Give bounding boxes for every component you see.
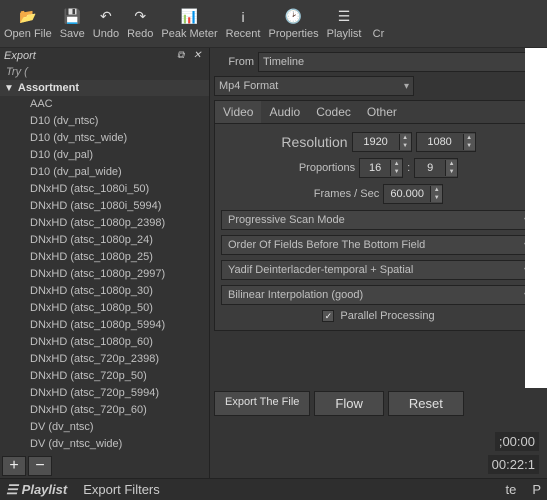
remove-preset-button[interactable]: − [28, 456, 52, 476]
bottom-p: P [532, 482, 541, 497]
peak-meter-button[interactable]: 📊 Peak Meter [161, 8, 217, 40]
tree-item[interactable]: DNxHD (atsc_1080p_60) [0, 334, 209, 351]
redo-button[interactable]: ↷ Redo [127, 8, 153, 40]
save-icon: 💾 [63, 8, 81, 26]
resolution-label: Resolution [281, 134, 347, 150]
resolution-height-input[interactable]: ▲▼ [416, 132, 476, 152]
scanmode-dropdown[interactable]: Progressive Scan Mode [221, 210, 536, 230]
proportions-label: Proportions [299, 162, 355, 174]
tree-group-assortment[interactable]: ▼ Assortment [0, 80, 209, 96]
meter-icon: 📊 [181, 8, 199, 26]
export-panel: Export ⧉ ✕ Try ( ▼ Assortment AACD10 (dv… [0, 48, 210, 478]
export-file-button[interactable]: Export The File [214, 391, 310, 416]
bottom-te: te [505, 482, 516, 497]
recent-button[interactable]: i Recent [226, 8, 261, 40]
parallel-checkbox[interactable]: ✓ [322, 310, 334, 322]
aspect-b-input[interactable]: ▲▼ [414, 158, 458, 178]
deinterlace-dropdown[interactable]: Yadif Deinterlacder-temporal + Spatial [221, 260, 536, 280]
tree-item[interactable]: DNxHD (atsc_1080p_50) [0, 300, 209, 317]
tree-item[interactable]: D10 (dv_pal_wide) [0, 164, 209, 181]
tree-item[interactable]: DNxHD (atsc_720p_2398) [0, 351, 209, 368]
tree-item[interactable]: DNxHD (atsc_1080p_5994) [0, 317, 209, 334]
tree-item[interactable]: DV (dv_ntsc_wide) [0, 436, 209, 453]
format-dropdown[interactable]: Mp4 Format [214, 76, 414, 96]
chevron-down-icon: ▼ [4, 83, 14, 94]
fieldorder-dropdown[interactable]: Order Of Fields Before The Bottom Field [221, 235, 536, 255]
tree-item[interactable]: DNxHD (atsc_1080i_5994) [0, 198, 209, 215]
tree-item[interactable]: DNxHD (atsc_1080p_2398) [0, 215, 209, 232]
tree-item[interactable]: DNxHD (atsc_1080p_24) [0, 232, 209, 249]
undock-icon[interactable]: ⧉ [177, 50, 189, 62]
try-label: Try ( [0, 64, 209, 80]
settings-panel: From Timeline Mp4 Format Video Audio Cod… [210, 48, 547, 478]
tab-audio[interactable]: Audio [261, 101, 308, 123]
reset-button[interactable]: Reset [388, 391, 464, 416]
tree-item[interactable]: D10 (dv_ntsc) [0, 113, 209, 130]
clock-icon: 🕑 [285, 8, 303, 26]
preview-area [525, 48, 547, 388]
tree-item[interactable]: DNxHD (atsc_1080p_30) [0, 283, 209, 300]
redo-icon: ↷ [131, 8, 149, 26]
playlist-tab[interactable]: ☰ Playlist [6, 482, 67, 498]
tab-codec[interactable]: Codec [308, 101, 359, 123]
tab-other[interactable]: Other [359, 101, 405, 123]
folder-icon: 📂 [19, 8, 37, 26]
resolution-width-input[interactable]: ▲▼ [352, 132, 412, 152]
playlist-button[interactable]: ☰ Playlist [327, 8, 362, 40]
from-label: From [214, 56, 254, 68]
add-preset-button[interactable]: + [2, 456, 26, 476]
preset-tree[interactable]: ▼ Assortment AACD10 (dv_ntsc)D10 (dv_nts… [0, 80, 209, 454]
main-toolbar: 📂 Open File 💾 Save ↶ Undo ↷ Redo 📊 Peak … [0, 0, 547, 48]
tree-item[interactable]: DNxHD (atsc_1080i_50) [0, 181, 209, 198]
flow-button[interactable]: Flow [314, 391, 383, 416]
list-icon: ☰ [335, 8, 353, 26]
timecode-display: ;00:00 00:22:1 [488, 432, 539, 474]
panel-title: Export [4, 50, 36, 62]
close-icon[interactable]: ✕ [193, 50, 205, 62]
undo-icon: ↶ [97, 8, 115, 26]
interpolation-dropdown[interactable]: Bilinear Interpolation (good) [221, 285, 536, 305]
export-filters-tab[interactable]: Export Filters [83, 482, 160, 497]
save-button[interactable]: 💾 Save [60, 8, 85, 40]
info-icon: i [234, 8, 252, 26]
tab-video[interactable]: Video [215, 101, 261, 123]
parallel-label: Parallel Processing [340, 310, 434, 322]
undo-button[interactable]: ↶ Undo [93, 8, 119, 40]
tree-item[interactable]: D10 (dv_pal) [0, 147, 209, 164]
tree-item[interactable]: DV (dv_ntsc) [0, 419, 209, 436]
bottom-bar: ☰ Playlist Export Filters te P [0, 478, 547, 500]
aspect-a-input[interactable]: ▲▼ [359, 158, 403, 178]
fps-input[interactable]: ▲▼ [383, 184, 443, 204]
tree-item[interactable]: DNxHD (atsc_720p_50) [0, 368, 209, 385]
fps-label: Frames / Sec [314, 188, 379, 200]
cr-button[interactable]: Cr [369, 8, 387, 40]
from-dropdown[interactable]: Timeline [258, 52, 543, 72]
tree-item[interactable]: D10 (dv_ntsc_wide) [0, 130, 209, 147]
tree-item[interactable]: DNxHD (atsc_1080p_2997) [0, 266, 209, 283]
tree-item[interactable]: AAC [0, 96, 209, 113]
tree-item[interactable]: DNxHD (atsc_1080p_25) [0, 249, 209, 266]
properties-button[interactable]: 🕑 Properties [268, 8, 318, 40]
tree-item[interactable]: DNxHD (atsc_720p_5994) [0, 385, 209, 402]
list-icon: ☰ [6, 482, 18, 498]
open-file-button[interactable]: 📂 Open File [4, 8, 52, 40]
tree-item[interactable]: DNxHD (atsc_720p_60) [0, 402, 209, 419]
